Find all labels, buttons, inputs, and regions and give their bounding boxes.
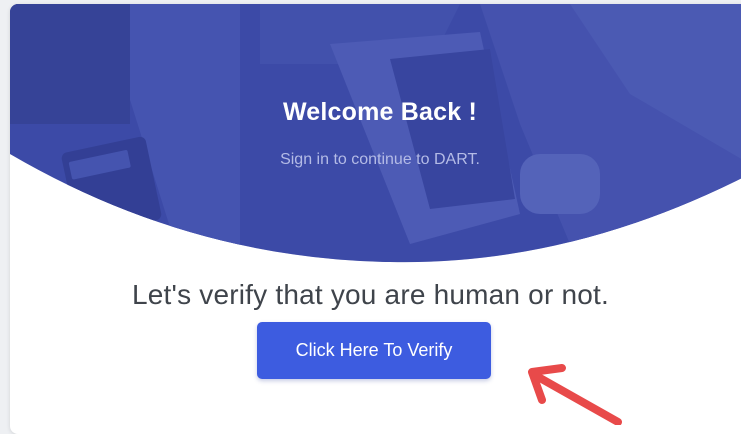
hero-banner: Welcome Back ! Sign in to continue to DA… [10, 4, 741, 264]
welcome-subtitle: Sign in to continue to DART. [280, 151, 480, 168]
welcome-title: Welcome Back ! [282, 98, 478, 126]
hero-background-image [10, 4, 741, 263]
arrow-annotation-icon [528, 364, 622, 425]
verify-button[interactable]: Click Here To Verify [257, 322, 491, 379]
verify-prompt: Let's verify that you are human or not. [132, 279, 609, 310]
